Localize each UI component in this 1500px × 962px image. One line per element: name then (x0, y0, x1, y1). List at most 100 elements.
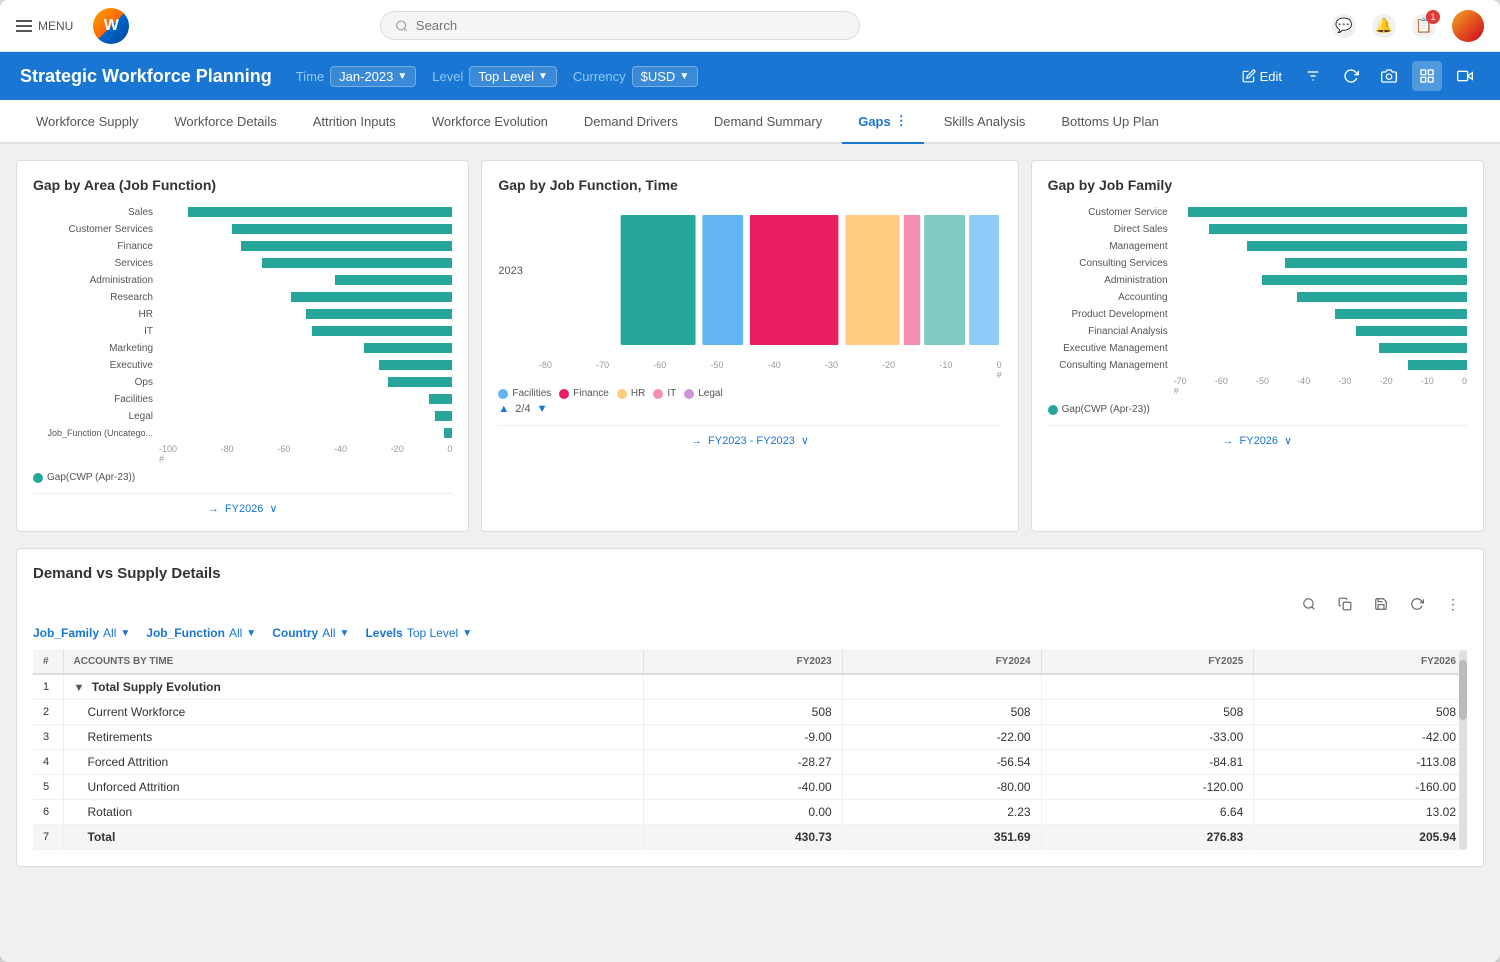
table-copy-icon[interactable] (1331, 590, 1359, 618)
chart2-legend: Facilities Finance HR IT (498, 388, 1001, 399)
filter-job-family[interactable]: Job_Family All ▼ (33, 626, 130, 640)
col-fy2025: FY2025 (1041, 650, 1254, 674)
chart3-footer-label: FY2026 (1240, 435, 1279, 447)
video-icon-btn[interactable] (1450, 61, 1480, 91)
currency-filter: Currency $USD ▼ (573, 66, 698, 87)
tab-workforce-details[interactable]: Workforce Details (158, 100, 292, 144)
user-avatar[interactable] (1452, 10, 1484, 42)
tab-demand-summary[interactable]: Demand Summary (698, 100, 838, 144)
chart1-footer[interactable]: → FY2026 ∨ (33, 493, 452, 515)
legend-legal: Legal (684, 388, 722, 399)
tab-bottoms-up-plan[interactable]: Bottoms Up Plan (1045, 100, 1175, 144)
chart1-axis: -100 -80 -60 -40 -20 0 (33, 444, 452, 454)
chart2-axis: -80-70-60-50-40-30-20-100 (539, 360, 1002, 370)
currency-label: Currency (573, 69, 626, 84)
table-row: 2 Current Workforce 508 508 508 508 (33, 700, 1467, 725)
tab-gaps[interactable]: Gaps ⋮ (842, 100, 924, 144)
bar-row-ops: Ops (33, 375, 452, 389)
chart2-title: Gap by Job Function, Time (498, 177, 1001, 193)
col-fy2023: FY2023 (643, 650, 842, 674)
notifications-icon[interactable]: 🔔 (1372, 14, 1396, 38)
time-filter: Time Jan-2023 ▼ (296, 66, 417, 87)
filter-chevron-icon: ▼ (120, 628, 130, 639)
chart1-title: Gap by Area (Job Function) (33, 177, 452, 193)
filter-job-function[interactable]: Job_Function All ▼ (146, 626, 256, 640)
table-save-icon[interactable] (1367, 590, 1395, 618)
filter-country[interactable]: Country All ▼ (272, 626, 349, 640)
briefcase-icon[interactable]: 📋 1 (1412, 14, 1436, 38)
tab-skills-analysis[interactable]: Skills Analysis (928, 100, 1042, 144)
expand-icon[interactable]: ▼ (74, 682, 85, 694)
legend-hr: HR (617, 388, 645, 399)
tabs-bar: Workforce Supply Workforce Details Attri… (0, 100, 1500, 144)
bar-row-consult-mgmt: Consulting Management (1048, 358, 1467, 372)
chart2-axis-unit: # (539, 370, 1002, 380)
tab-attrition-inputs[interactable]: Attrition Inputs (297, 100, 412, 144)
currency-value-dropdown[interactable]: $USD ▼ (632, 66, 699, 87)
chart3-title: Gap by Job Family (1048, 177, 1467, 193)
search-bar (380, 11, 860, 40)
chart3-footer[interactable]: → FY2026 ∨ (1048, 425, 1467, 447)
bar-row-it: IT (33, 324, 452, 338)
refresh-icon-btn[interactable] (1336, 61, 1366, 91)
time-label: Time (296, 69, 324, 84)
bar-row-research: Research (33, 290, 452, 304)
chart3-legend-label: Gap(CWP (Apr-23)) (1062, 404, 1150, 415)
demand-supply-table: # ACCOUNTS BY TIME FY2023 FY2024 FY2025 … (33, 650, 1467, 850)
bar-row-services: Services (33, 256, 452, 270)
scrollbar[interactable] (1459, 650, 1467, 850)
chart2-footer-chevron: ∨ (801, 434, 809, 447)
level-value-dropdown[interactable]: Top Level ▼ (469, 66, 557, 87)
chat-icon[interactable]: 💬 (1332, 14, 1356, 38)
chart2-visualization (539, 205, 1002, 355)
bar-row-finance: Finance (33, 239, 452, 253)
legend-finance: Finance (559, 388, 609, 399)
chart1-legend: Gap(CWP (Apr-23)) (33, 472, 452, 483)
chart2-year: 2023 (498, 205, 522, 277)
chart1-footer-chevron: ∨ (269, 502, 277, 515)
chart1-footer-label: FY2026 (225, 503, 264, 515)
bar-row-executive: Executive (33, 358, 452, 372)
time-value-dropdown[interactable]: Jan-2023 ▼ (330, 66, 416, 87)
demand-supply-table-card: Demand vs Supply Details ⋮ Job_Famil (16, 548, 1484, 867)
col-num: # (33, 650, 63, 674)
level-value: Top Level (478, 69, 534, 84)
menu-label: MENU (38, 19, 73, 33)
chart-gap-by-area: Gap by Area (Job Function) Sales Custome… (16, 160, 469, 532)
filter-icon-btn[interactable] (1298, 61, 1328, 91)
bar-row-cs: Customer Service (1048, 205, 1467, 219)
edit-label: Edit (1260, 69, 1282, 84)
bar-chart-1: Sales Customer Services Finance Services (33, 205, 452, 440)
bar-row-marketing: Marketing (33, 341, 452, 355)
table-title: Demand vs Supply Details (33, 565, 1467, 582)
table-row: 4 Forced Attrition -28.27 -56.54 -84.81 … (33, 750, 1467, 775)
edit-button[interactable]: Edit (1234, 65, 1290, 88)
chart-gap-by-jobfunction-time: Gap by Job Function, Time 2023 (481, 160, 1018, 532)
table-more-icon[interactable]: ⋮ (1439, 590, 1467, 618)
tab-workforce-evolution[interactable]: Workforce Evolution (416, 100, 564, 144)
bar-row-consult-svc: Consulting Services (1048, 256, 1467, 270)
filter-levels[interactable]: Levels Top Level ▼ (365, 626, 472, 640)
tab-demand-drivers[interactable]: Demand Drivers (568, 100, 694, 144)
grid-icon-btn[interactable] (1412, 61, 1442, 91)
chart3-legend-dot (1048, 405, 1058, 415)
chart2-footer-label: FY2023 - FY2023 (708, 435, 795, 447)
search-input[interactable] (416, 18, 845, 33)
bar-row-exec-mgmt: Executive Management (1048, 341, 1467, 355)
chart1-legend-dot (33, 473, 43, 483)
tab-workforce-supply[interactable]: Workforce Supply (20, 100, 154, 144)
bar-row-prod-dev: Product Development (1048, 307, 1467, 321)
chart1-axis-unit: # (33, 454, 452, 464)
nav-icons: 💬 🔔 📋 1 (1332, 10, 1484, 42)
chart2-footer[interactable]: → FY2023 - FY2023 ∨ (498, 425, 1001, 447)
table-search-icon[interactable] (1295, 590, 1323, 618)
bar-chart-3: Customer Service Direct Sales Management… (1048, 205, 1467, 372)
camera-icon-btn[interactable] (1374, 61, 1404, 91)
menu-button[interactable]: MENU (16, 19, 73, 33)
chart2-pagination: ▲ 2/4 ▼ (498, 403, 1001, 415)
notification-badge: 1 (1426, 10, 1440, 24)
chart3-legend: Gap(CWP (Apr-23)) (1048, 404, 1467, 415)
hamburger-icon (16, 20, 32, 32)
bar-row-admin3: Administration (1048, 273, 1467, 287)
table-refresh-icon[interactable] (1403, 590, 1431, 618)
